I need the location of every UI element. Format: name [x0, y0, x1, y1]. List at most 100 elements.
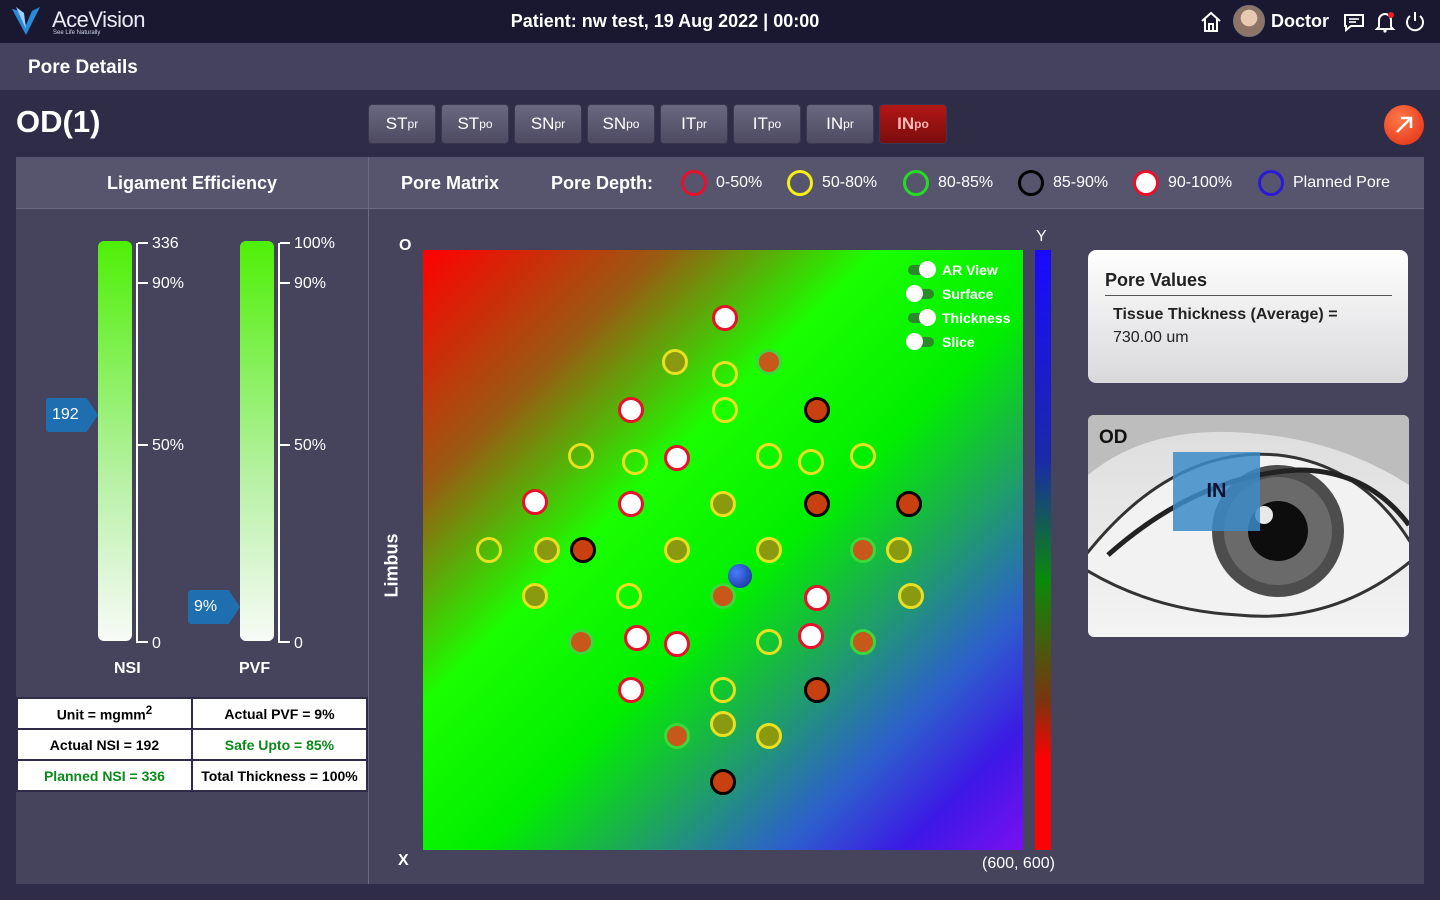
pore-marker[interactable] [712, 397, 738, 423]
pore-marker[interactable] [886, 537, 912, 563]
legend-item: 0-50% [681, 170, 762, 196]
pore-marker[interactable] [712, 361, 738, 387]
pore-marker[interactable] [618, 491, 644, 517]
pore-marker[interactable] [710, 583, 736, 609]
actual-nsi-cell: Actual NSI = 192 [16, 728, 193, 761]
pore-marker[interactable] [710, 711, 736, 737]
legend-label: 0-50% [716, 174, 763, 191]
pore-marker[interactable] [898, 583, 924, 609]
pore-marker[interactable] [662, 349, 688, 375]
home-icon[interactable] [1199, 10, 1223, 34]
bell-icon[interactable] [1373, 10, 1397, 34]
ligament-header: Ligament Efficiency [16, 157, 368, 209]
tissue-thickness-label: Tissue Thickness (Average) = [1113, 306, 1338, 323]
pore-marker[interactable] [664, 723, 690, 749]
pore-marker[interactable] [850, 629, 876, 655]
legend-ring-icon [903, 170, 929, 196]
pore-marker[interactable] [618, 397, 644, 423]
export-button[interactable] [1384, 105, 1424, 145]
toggle-slice[interactable]: Slice [906, 333, 975, 350]
nsi-label-50: 50% [152, 437, 185, 454]
tab-label: ST [385, 114, 408, 133]
pore-marker[interactable] [804, 585, 830, 611]
pore-marker[interactable] [896, 491, 922, 517]
pore-marker[interactable] [712, 305, 738, 331]
legend-label: 85-90% [1053, 174, 1109, 191]
tab-subscript: pr [554, 117, 566, 131]
planned-nsi-cell: Planned NSI = 336 [16, 759, 193, 792]
pore-marker[interactable] [476, 537, 502, 563]
tab-st-po[interactable]: ST po [441, 104, 509, 144]
pore-values-card: Pore Values Tissue Thickness (Average) =… [1088, 250, 1408, 383]
pore-marker[interactable] [710, 769, 736, 795]
pore-marker[interactable] [664, 445, 690, 471]
pore-marker[interactable] [804, 677, 830, 703]
matrix-y-label: Y [1036, 228, 1047, 245]
pore-marker[interactable] [710, 491, 736, 517]
toggle-switch[interactable] [908, 309, 936, 326]
pore-marker[interactable] [798, 449, 824, 475]
pore-marker[interactable] [618, 677, 644, 703]
tab-subscript: pr [696, 117, 707, 131]
pore-marker[interactable] [570, 537, 596, 563]
avatar[interactable] [1233, 5, 1265, 37]
pore-marker[interactable] [624, 625, 650, 651]
power-icon[interactable] [1403, 10, 1427, 34]
pore-marker[interactable] [664, 631, 690, 657]
pore-marker[interactable] [568, 629, 594, 655]
toggle-ar-view[interactable]: AR View [908, 261, 998, 278]
pore-marker[interactable] [756, 443, 782, 469]
nsi-tick-50 [138, 444, 148, 446]
eye-view-label: OD [1099, 427, 1128, 448]
pore-marker[interactable] [804, 491, 830, 517]
nsi-tick-top [138, 242, 148, 244]
pore-marker[interactable] [756, 349, 782, 375]
tab-label: SN [602, 114, 627, 133]
nsi-tick-90 [138, 282, 148, 284]
tab-label: IN [826, 114, 844, 133]
tab-label: ST [457, 114, 480, 133]
nsi-tick-zero [138, 641, 148, 643]
toggle-switch[interactable] [906, 333, 934, 350]
pore-marker[interactable] [622, 449, 648, 475]
tab-it-pr[interactable]: IT pr [660, 104, 728, 144]
tab-in-pr[interactable]: IN pr [806, 104, 874, 144]
pore-marker[interactable] [756, 723, 782, 749]
eye-region-overlay[interactable]: IN [1173, 452, 1260, 531]
tab-subscript: po [914, 117, 929, 131]
pore-marker[interactable] [534, 537, 560, 563]
toggle-surface[interactable]: Surface [906, 285, 994, 302]
legend-label: 90-100% [1168, 174, 1233, 191]
pore-marker[interactable] [568, 443, 594, 469]
total-thickness-cell: Total Thickness = 100% [190, 759, 369, 792]
unit-superscript: 2 [145, 704, 153, 718]
toggle-label: Surface [942, 286, 994, 302]
tab-sn-pr[interactable]: SN pr [514, 104, 582, 144]
pore-marker[interactable] [616, 583, 642, 609]
pore-marker[interactable] [522, 489, 548, 515]
pore-marker[interactable] [850, 537, 876, 563]
user-name[interactable]: Doctor [1271, 11, 1329, 32]
page-title: Pore Details [28, 57, 138, 78]
toggle-switch[interactable] [908, 261, 936, 278]
pore-marker[interactable] [798, 623, 824, 649]
tab-in-po[interactable]: IN po [879, 104, 947, 144]
pore-marker[interactable] [850, 443, 876, 469]
tab-st-pr[interactable]: ST pr [368, 104, 436, 144]
tab-it-po[interactable]: IT po [733, 104, 801, 144]
toggle-thickness[interactable]: Thickness [908, 309, 1010, 326]
toggle-switch[interactable] [906, 285, 934, 302]
chat-icon[interactable] [1342, 10, 1366, 34]
pore-marker[interactable] [664, 537, 690, 563]
pore-marker[interactable] [710, 677, 736, 703]
pore-marker[interactable] [522, 583, 548, 609]
legend-ring-icon [1018, 170, 1044, 196]
pore-marker[interactable] [756, 537, 782, 563]
section-bar: Pore Details [0, 43, 1440, 90]
pore-marker[interactable] [756, 629, 782, 655]
matrix-center-marker [728, 564, 752, 588]
pore-marker[interactable] [804, 397, 830, 423]
legend-label: 80-85% [938, 174, 994, 191]
safe-upto-cell: Safe Upto = 85% [190, 728, 369, 761]
tab-sn-po[interactable]: SN po [587, 104, 655, 144]
